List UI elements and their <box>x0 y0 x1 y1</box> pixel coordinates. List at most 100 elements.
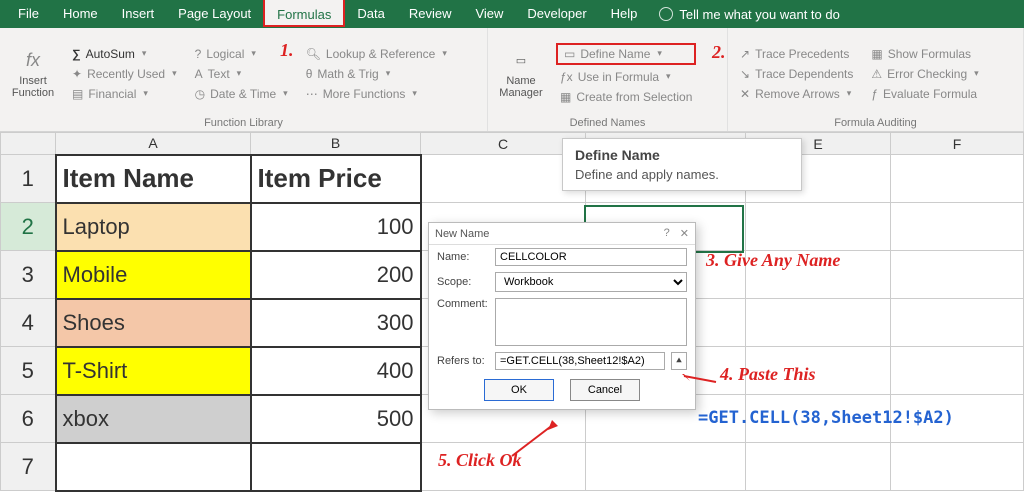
money-icon: ▤ <box>72 87 83 101</box>
column-headers[interactable]: A B C D E F <box>1 133 1024 155</box>
cell-price[interactable]: 400 <box>251 347 421 395</box>
col-A[interactable]: A <box>56 133 251 155</box>
financial-button[interactable]: ▤Financial▾ <box>68 86 181 102</box>
tab-developer[interactable]: Developer <box>515 0 598 28</box>
math-trig-button[interactable]: θMath & Trig▾ <box>302 66 451 82</box>
use-in-formula-button[interactable]: ƒxUse in Formula▾ <box>556 69 696 85</box>
col-B[interactable]: B <box>251 133 421 155</box>
cell-price[interactable]: 300 <box>251 299 421 347</box>
tell-me[interactable]: Tell me what you want to do <box>659 7 839 22</box>
fx-icon: fx <box>19 49 47 73</box>
dialog-title: New Name <box>435 228 489 240</box>
table-row[interactable]: 7 <box>1 443 1024 491</box>
cancel-button[interactable]: Cancel <box>570 379 640 401</box>
trace-dependents-button[interactable]: ↘Trace Dependents <box>736 66 857 82</box>
group-formula-auditing: Formula Auditing <box>736 115 1015 129</box>
question-icon: ? <box>195 47 202 61</box>
name-manager-button[interactable]: ▭ Name Manager <box>496 32 546 115</box>
eval-icon: ƒ <box>871 87 878 101</box>
name-label: Name: <box>437 251 489 263</box>
tab-view[interactable]: View <box>463 0 515 28</box>
comment-label: Comment: <box>437 298 489 310</box>
cell-item[interactable]: Laptop <box>56 203 251 251</box>
header-item-name[interactable]: Item Name <box>56 155 251 203</box>
table-row[interactable]: 1 Item Name Item Price <box>1 155 1024 203</box>
cell-price[interactable]: 100 <box>251 203 421 251</box>
star-icon: ✦ <box>72 67 82 81</box>
tab-data[interactable]: Data <box>345 0 396 28</box>
show-formulas-button[interactable]: ▦Show Formulas <box>867 46 982 62</box>
lookup-button[interactable]: 🔍︎Lookup & Reference▾ <box>302 46 451 62</box>
col-C[interactable]: C <box>421 133 586 155</box>
tab-page-layout[interactable]: Page Layout <box>166 0 263 28</box>
ribbon: fx Insert Function ∑AutoSum▾ ✦Recently U… <box>0 28 1024 132</box>
trace-precedents-button[interactable]: ↗Trace Precedents <box>736 46 857 62</box>
recently-used-button[interactable]: ✦Recently Used▾ <box>68 66 181 82</box>
refers-to-input[interactable] <box>495 352 665 370</box>
error-checking-button[interactable]: ⚠︎Error Checking▾ <box>867 66 982 82</box>
dots-icon: ⋯ <box>306 87 318 101</box>
name-manager-icon: ▭ <box>507 49 535 73</box>
refers-label: Refers to: <box>437 355 489 367</box>
more-functions-button[interactable]: ⋯More Functions▾ <box>302 86 451 102</box>
tab-review[interactable]: Review <box>397 0 464 28</box>
tab-file[interactable]: File <box>6 0 51 28</box>
row-header[interactable]: 6 <box>1 395 56 443</box>
create-from-selection-button[interactable]: ▦Create from Selection <box>556 89 696 105</box>
remove-icon: ✕ <box>740 87 750 101</box>
date-time-button[interactable]: ◷Date & Time▾ <box>191 86 292 102</box>
text-button[interactable]: AText▾ <box>191 66 292 82</box>
cell-item[interactable]: Mobile <box>56 251 251 299</box>
define-name-tooltip: Define Name Define and apply names. <box>562 138 802 191</box>
autosum-button[interactable]: ∑AutoSum▾ <box>68 46 181 62</box>
cell-price[interactable]: 200 <box>251 251 421 299</box>
cell-item[interactable]: xbox <box>56 395 251 443</box>
remove-arrows-button[interactable]: ✕Remove Arrows▾ <box>736 86 857 102</box>
tab-insert[interactable]: Insert <box>110 0 167 28</box>
dependents-icon: ↘ <box>740 67 750 81</box>
tab-home[interactable]: Home <box>51 0 110 28</box>
formulas-icon: ▦ <box>871 47 882 61</box>
a-icon: A <box>195 67 203 81</box>
group-function-library: Function Library <box>8 115 479 129</box>
theta-icon: θ <box>306 67 313 81</box>
evaluate-formula-button[interactable]: ƒEvaluate Formula <box>867 86 982 102</box>
row-header[interactable]: 3 <box>1 251 56 299</box>
insert-function-button[interactable]: fx Insert Function <box>8 32 58 115</box>
cell-item[interactable] <box>56 443 251 491</box>
clock-icon: ◷ <box>195 87 205 101</box>
sigma-icon: ∑ <box>72 47 81 61</box>
row-header[interactable]: 4 <box>1 299 56 347</box>
tooltip-body: Define and apply names. <box>575 167 789 182</box>
tab-help[interactable]: Help <box>599 0 650 28</box>
header-item-price[interactable]: Item Price <box>251 155 421 203</box>
row-header[interactable]: 5 <box>1 347 56 395</box>
ok-button[interactable]: OK <box>484 379 554 401</box>
logical-button[interactable]: ?Logical▾ <box>191 46 292 62</box>
tell-me-label: Tell me what you want to do <box>679 7 839 22</box>
error-icon: ⚠︎ <box>871 67 882 81</box>
row-header[interactable]: 7 <box>1 443 56 491</box>
new-name-dialog: New Name ? ✕ Name: Scope: Workbook Comme… <box>428 222 696 410</box>
tag-icon: ▭ <box>564 47 575 61</box>
precedents-icon: ↗ <box>740 47 750 61</box>
group-defined-names: Defined Names <box>496 115 719 129</box>
comment-input[interactable] <box>495 298 687 346</box>
row-header[interactable]: 2 <box>1 203 56 251</box>
bulb-icon <box>659 7 673 21</box>
cell-price[interactable]: 500 <box>251 395 421 443</box>
cell-item[interactable]: T-Shirt <box>56 347 251 395</box>
cell-price[interactable] <box>251 443 421 491</box>
help-icon[interactable]: ? <box>664 227 670 240</box>
name-input[interactable] <box>495 248 687 266</box>
fx-small-icon: ƒx <box>560 70 573 84</box>
scope-select[interactable]: Workbook <box>495 272 687 292</box>
tab-formulas[interactable]: Formulas <box>263 0 345 27</box>
row-header[interactable]: 1 <box>1 155 56 203</box>
collapse-dialog-icon[interactable]: ⯅ <box>671 352 687 370</box>
cell-item[interactable]: Shoes <box>56 299 251 347</box>
define-name-button[interactable]: ▭Define Name▾ <box>556 43 696 65</box>
ribbon-tab-bar: File Home Insert Page Layout Formulas Da… <box>0 0 1024 28</box>
close-icon[interactable]: ✕ <box>680 227 689 240</box>
col-F[interactable]: F <box>891 133 1024 155</box>
